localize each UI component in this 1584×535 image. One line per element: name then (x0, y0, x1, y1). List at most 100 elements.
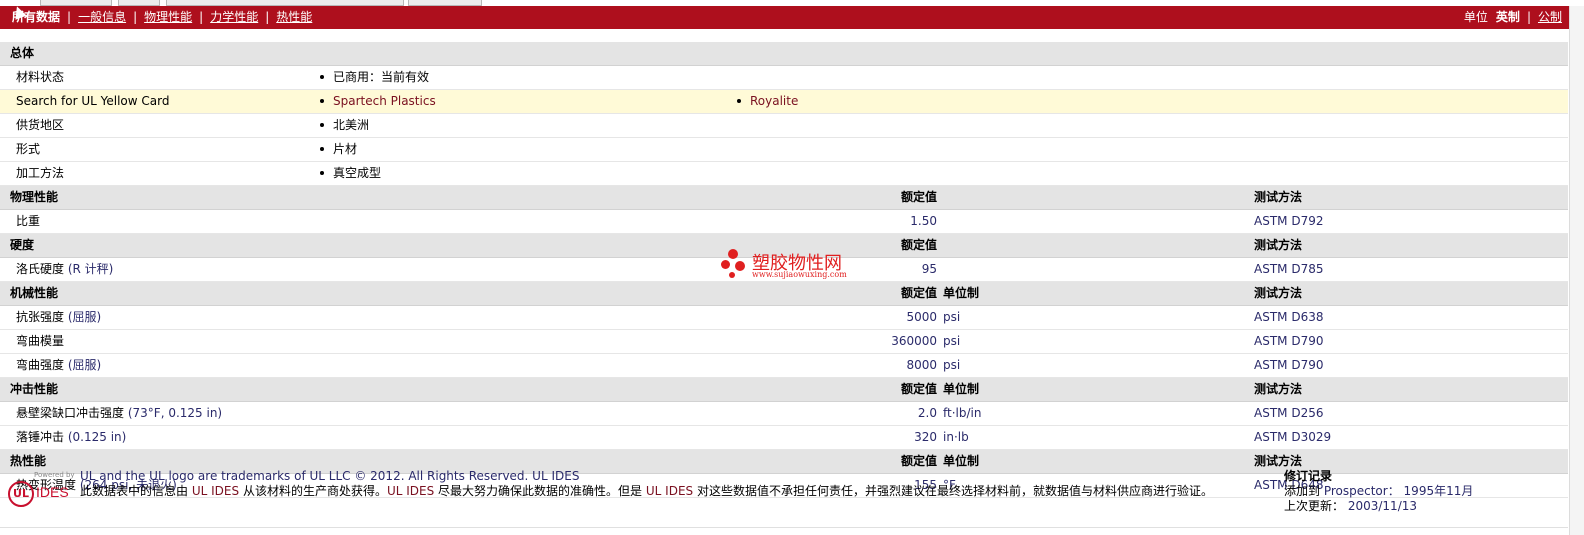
value-text: 真空成型 (333, 166, 382, 180)
supplier-link[interactable]: Spartech Plastics (320, 90, 436, 113)
nominal-header: 额定值 (900, 238, 937, 252)
property-value: 已商用：当前有效 (320, 66, 429, 89)
property-label: 悬壁梁缺口冲击强度 (73°F, 0.125 in) (16, 402, 222, 425)
test-method: ASTM D785 (1254, 262, 1324, 276)
unit-value: ft·lb/in (943, 406, 982, 420)
section-nav: 所有数据 | 一般信息 | 物理性能 | 力学性能 | 热性能 (12, 6, 312, 29)
value-text: 已商用：当前有效 (333, 70, 430, 84)
nominal-header: 额定值 (900, 286, 937, 300)
link-text[interactable]: Spartech Plastics (333, 94, 436, 108)
test-method-header: 测试方法 (1254, 286, 1303, 300)
bullet-icon (737, 98, 741, 103)
disclaimer-text: 尽最大努力确保此数据的准确性。但是 (438, 484, 643, 498)
nav-separator: | (265, 10, 270, 24)
disclaimer-text: 此数据表中的信息由 (80, 484, 189, 498)
property-label: Search for UL Yellow Card (16, 94, 170, 108)
table-row: 弯曲模量 360000 psi ASTM D790 (0, 330, 1568, 354)
property-label: 弯曲强度 (屈服) (16, 354, 101, 377)
unit-metric[interactable]: 公制 (1538, 10, 1562, 24)
updated-date: 2003/11/13 (1347, 499, 1418, 513)
watermark-dot-icon (728, 249, 738, 259)
test-method: ASTM D790 (1254, 358, 1324, 372)
revision-added: 添加到 Prospector： 1995年11月 (1284, 484, 1473, 499)
nominal-header: 额定值 (900, 382, 937, 396)
bullet-icon (320, 74, 324, 79)
revision-title: 修订记录 (1284, 469, 1333, 483)
nav-general-info[interactable]: 一般信息 (78, 10, 126, 24)
ul-ides-link[interactable]: UL IDES (192, 484, 239, 498)
logo-powered-by: Powered by (34, 471, 75, 479)
disclaimer-text: 对这些数据值不承担任何责任，并强烈建议在最终选择材料前，就数据值与材料供应商进行… (696, 484, 1213, 498)
property-label: 供货地区 (16, 118, 65, 132)
revision-history: 修订记录 添加到 Prospector： 1995年11月 上次更新： 2003… (1284, 469, 1473, 514)
label-condition: (屈服) (67, 358, 102, 372)
label-text: 弯曲强度 (16, 358, 65, 372)
property-label: 落锤冲击 (0.125 in) (16, 426, 126, 449)
table-row: 供货地区 北美洲 (0, 114, 1568, 138)
nav-mechanical[interactable]: 力学性能 (210, 10, 258, 24)
watermark-dot-icon (735, 261, 745, 271)
test-method-header: 测试方法 (1254, 382, 1303, 396)
unit-imperial[interactable]: 英制 (1496, 10, 1520, 24)
link-text[interactable]: Royalite (750, 94, 798, 108)
table-row: 弯曲强度 (屈服) 8000 psi ASTM D790 (0, 354, 1568, 378)
brand-link[interactable]: Royalite (737, 90, 798, 113)
unit-switcher: 单位 英制 | 公制 (1464, 6, 1562, 29)
label-text: 弯曲模量 (16, 334, 65, 348)
footer-divider (0, 527, 1568, 528)
ul-ides-link[interactable]: UL IDES (387, 484, 434, 498)
bullet-icon (320, 146, 324, 151)
table-row: 抗张强度 (屈服) 5000 psi ASTM D638 (0, 306, 1568, 330)
nominal-value: 8000 (906, 358, 937, 372)
watermark-url: www.sujiaowuxing.com (752, 270, 847, 279)
property-value: 北美洲 (320, 114, 369, 137)
label-condition: (屈服) (67, 310, 102, 324)
test-method: ASTM D256 (1254, 406, 1324, 420)
unit-header: 单位制 (943, 382, 980, 396)
nav-separator: | (199, 10, 204, 24)
footer-disclaimer: UL and the UL logo are trademarks of UL … (80, 469, 1270, 499)
updated-label: 上次更新： (1284, 499, 1345, 513)
nominal-value: 320 (914, 430, 937, 444)
property-label: 抗张强度 (屈服) (16, 306, 101, 329)
nominal-value: 2.0 (917, 406, 937, 420)
added-date: 1995年11月 (1403, 484, 1474, 498)
table-row-highlight: Search for UL Yellow Card Spartech Plast… (0, 90, 1568, 114)
nominal-header: 额定值 (900, 190, 937, 204)
top-navigation-bar: 所有数据 | 一般信息 | 物理性能 | 力学性能 | 热性能 单位 英制 | 公制 (0, 6, 1570, 29)
test-method-header: 测试方法 (1254, 190, 1303, 204)
ides-logo-text: IDES (36, 484, 69, 500)
property-label: 形式 (16, 142, 41, 156)
ul-ides-link[interactable]: UL IDES (646, 484, 693, 498)
label-text: 洛氏硬度 (16, 262, 65, 276)
table-row: 比重 1.50 ASTM D792 (0, 210, 1568, 234)
nav-thermal[interactable]: 热性能 (276, 10, 312, 24)
footer: Powered by UL IDES UL and the UL logo ar… (0, 465, 1568, 531)
vertical-scrollbar[interactable] (1569, 6, 1584, 535)
nominal-value: 1.50 (910, 214, 937, 228)
section-title: 冲击性能 (10, 382, 59, 396)
section-title: 物理性能 (10, 190, 59, 204)
nominal-value: 5000 (906, 310, 937, 324)
test-method-header: 测试方法 (1254, 238, 1303, 252)
table-row: 材料状态 已商用：当前有效 (0, 66, 1568, 90)
property-label: 比重 (16, 210, 40, 233)
property-label: 洛氏硬度 (R 计秤) (16, 258, 113, 281)
label-condition: (73°F, 0.125 in) (127, 406, 223, 420)
bullet-icon (320, 98, 324, 103)
nav-physical[interactable]: 物理性能 (144, 10, 192, 24)
label-condition: (0.125 in) (67, 430, 127, 444)
section-header-mechanical: 机械性能 额定值 单位制 测试方法 (0, 282, 1568, 306)
unit-value: psi (943, 310, 961, 324)
section-title: 机械性能 (10, 286, 59, 300)
table-row: 悬壁梁缺口冲击强度 (73°F, 0.125 in) 2.0 ft·lb/in … (0, 402, 1568, 426)
unit-header: 单位制 (943, 286, 980, 300)
nav-separator: | (67, 10, 72, 24)
revision-updated: 上次更新： 2003/11/13 (1284, 499, 1473, 514)
test-method: ASTM D638 (1254, 310, 1324, 324)
unit-value: psi (943, 334, 961, 348)
watermark-dot-icon (721, 260, 730, 269)
property-value: 片材 (320, 138, 357, 161)
label-text: 悬壁梁缺口冲击强度 (16, 406, 125, 420)
section-title: 硬度 (10, 238, 35, 252)
